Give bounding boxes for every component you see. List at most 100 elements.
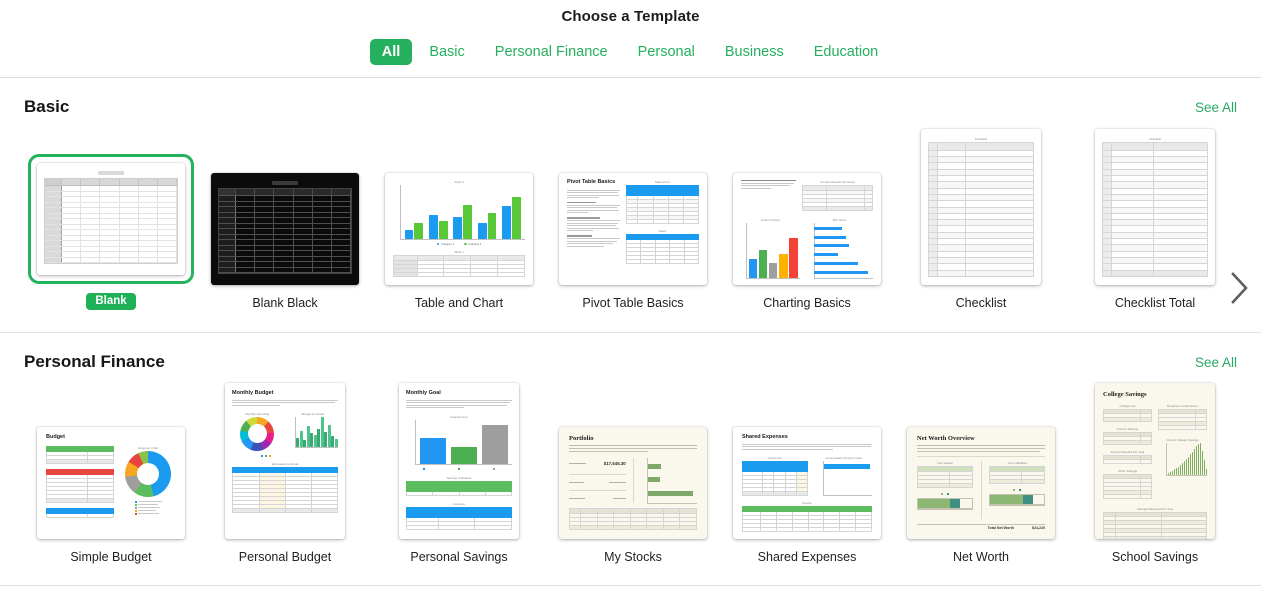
tab-personal[interactable]: Personal [625,39,708,65]
doc-title: Portfolio [569,435,594,442]
doc-title: Budget [46,434,65,440]
tab-basic[interactable]: Basic [416,39,477,65]
template-thumb-shared-expenses[interactable]: Shared Expenses Expenses Amount Each Per… [733,387,881,539]
template-label-school-savings: School Savings [1111,550,1199,564]
net-worth-total-label: Total Net Worth [987,526,1014,530]
template-thumb-my-stocks[interactable]: Portfolio $17,545.30 [559,387,707,539]
template-card-simple-budget[interactable]: Budget Expense Chart Simple Budget [24,387,198,564]
template-label-checklist-total: Checklist Total [1114,296,1196,310]
mini-table [393,254,525,277]
donut-chart [240,416,275,451]
table-caption: Your Liabilities [1007,461,1027,465]
other-savings-table [1102,473,1152,499]
checklist-total-table [1101,142,1208,278]
table-caption: College Info [1119,403,1136,408]
template-label-simple-budget: Simple Budget [70,550,152,564]
results-table [802,185,874,211]
thumbnail-table-and-chart: Chart 1 Category 1 Category 2 Table 1 [385,173,533,285]
template-badge-blank: Blank [86,293,136,310]
template-card-table-and-chart[interactable]: Chart 1 Category 1 Category 2 Table 1 Ta… [372,133,546,310]
selection-ring [28,154,194,284]
doc-title: Monthly Budget [232,390,274,396]
template-thumb-school-savings[interactable]: College Savings College Info Current Sav… [1095,383,1215,539]
column-chart-title: Column Chart [761,218,780,222]
table-caption: Checklist [1148,137,1162,141]
table-caption: People [802,500,812,505]
table-caption: Your Assets [937,461,953,465]
template-card-net-worth[interactable]: Net Worth Overview Your Assets Your Liab… [894,387,1068,564]
table-caption: Savings Calculator [446,475,472,480]
template-card-blank-black[interactable]: Blank Black [198,133,372,310]
table-title: Contest Results Summary [820,180,856,184]
chevron-right-icon [1231,272,1248,304]
template-thumb-checklist-total[interactable]: Checklist [1095,129,1215,285]
template-label-table-and-chart: Table and Chart [414,296,504,310]
bar-title: Budget vs Actual [301,411,324,416]
expenses-table [45,468,114,503]
bar-chart [401,185,526,239]
template-thumb-simple-budget[interactable]: Budget Expense Chart [37,387,185,539]
thumbnail-charting-basics: Contest Results Summary Column Chart Bar… [733,173,881,285]
section-basic-title: Basic [24,97,70,116]
template-card-shared-expenses[interactable]: Shared Expenses Expenses Amount Each Per… [720,387,894,564]
template-thumb-charting-basics[interactable]: Contest Results Summary Column Chart Bar… [733,133,881,285]
sheet-title-bar [98,171,124,175]
template-thumb-personal-savings[interactable]: Monthly Goal Goal Amount Savings Calcula… [399,383,519,539]
template-thumb-blank[interactable] [28,132,194,284]
table-caption: Sales Pivot [654,180,670,184]
template-thumb-table-and-chart[interactable]: Chart 1 Category 1 Category 2 Table 1 [385,133,533,285]
template-card-blank[interactable]: Blank [24,132,198,310]
next-page-arrow[interactable] [1225,266,1255,310]
template-thumb-checklist[interactable]: Checklist [921,129,1041,285]
section-basic: Basic See All Blank Blank Black Chart 1 … [0,78,1261,310]
template-card-pivot-table-basics[interactable]: Pivot Table Basics Sales Pivot Sales Piv… [546,133,720,310]
template-card-checklist[interactable]: Checklist Checklist [894,129,1068,310]
tab-all[interactable]: All [369,39,413,65]
thumbnail-shared-expenses: Shared Expenses Expenses Amount Each Per… [733,427,881,539]
legend-label: Category 2 [468,242,482,246]
table-caption: Checklist [974,137,988,141]
grid-table [218,188,352,274]
tab-personal-finance[interactable]: Personal Finance [482,39,621,65]
bar-chart [416,420,513,464]
template-card-school-savings[interactable]: College Savings College Info Current Sav… [1068,383,1242,564]
section-personal-finance-see-all[interactable]: See All [1195,355,1237,370]
doc-title: Shared Expenses [742,434,788,440]
template-gallery[interactable]: Basic See All Blank Blank Black Chart 1 … [0,78,1261,597]
bar-chart-title: Bar Chart [832,218,846,222]
template-label-personal-budget: Personal Budget [238,550,332,564]
college-info-table [1102,408,1152,422]
savings-calculator-table [405,480,513,496]
template-card-charting-basics[interactable]: Contest Results Summary Column Chart Bar… [720,133,894,310]
thumbnail-personal-budget: Monthly Budget Monthly Spending Budget v… [225,383,345,539]
chart-title: Cost of College Savings [1166,437,1199,442]
thumbnail-school-savings: College Savings College Info Current Sav… [1095,383,1215,539]
holdings-table [568,508,697,530]
template-card-personal-savings[interactable]: Monthly Goal Goal Amount Savings Calcula… [372,383,546,564]
section-basic-see-all[interactable]: See All [1195,100,1237,115]
bottom-divider [0,585,1261,586]
section-personal-finance-head: Personal Finance See All [0,352,1261,372]
thumbnail-pivot-table-basics: Pivot Table Basics Sales Pivot Sales [559,173,707,285]
table-caption: Table 1 [454,249,464,254]
amount-needed-table [1102,454,1152,464]
template-thumb-net-worth[interactable]: Net Worth Overview Your Assets Your Liab… [907,387,1055,539]
income-table [45,445,114,464]
section-basic-row: Blank Blank Black Chart 1 Category 1 Cat… [0,129,1261,310]
template-label-pivot-table-basics: Pivot Table Basics [582,296,684,310]
template-card-checklist-total[interactable]: Checklist Checklist Total [1068,129,1242,310]
thumbnail-simple-budget: Budget Expense Chart [37,427,185,539]
tab-business[interactable]: Business [712,39,797,65]
section-basic-head: Basic See All [0,97,1261,117]
table-caption: Amounts [453,501,465,506]
template-card-my-stocks[interactable]: Portfolio $17,545.30 My Stocks [546,387,720,564]
donut-title: Monthly Spending [245,411,270,416]
template-card-personal-budget[interactable]: Monthly Budget Monthly Spending Budget v… [198,383,372,564]
template-thumb-personal-budget[interactable]: Monthly Budget Monthly Spending Budget v… [225,383,345,539]
donut-chart [125,450,172,497]
template-thumb-pivot-table-basics[interactable]: Pivot Table Basics Sales Pivot Sales [559,133,707,285]
tab-education[interactable]: Education [801,39,892,65]
thumbnail-net-worth: Net Worth Overview Your Assets Your Liab… [907,427,1055,539]
template-thumb-blank-black[interactable] [211,133,359,285]
summary-table [45,507,114,518]
